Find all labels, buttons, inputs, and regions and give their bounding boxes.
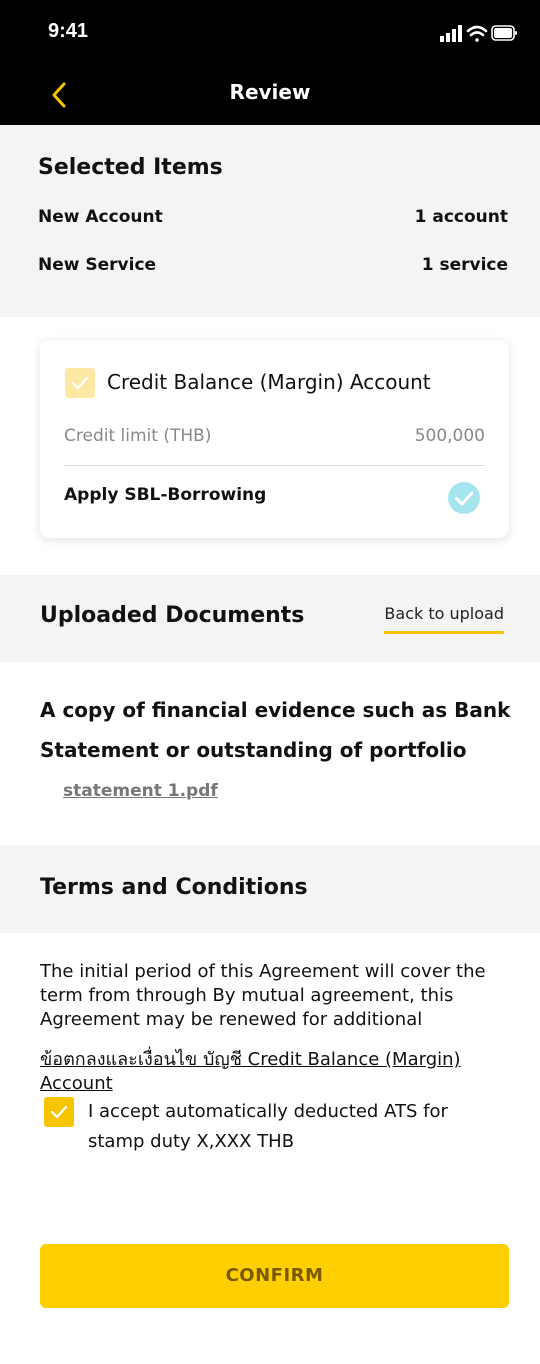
document-description: A copy of financial evidence such as Ban… bbox=[40, 698, 511, 762]
account-title: Credit Balance (Margin) Account bbox=[107, 370, 431, 394]
status-icons bbox=[440, 25, 517, 42]
credit-limit-value: 500,000 bbox=[414, 426, 485, 446]
check-circle-icon bbox=[448, 482, 480, 514]
nav-bar: Review bbox=[0, 66, 540, 125]
selected-items-section: Selected Items New Account 1 account New… bbox=[0, 125, 540, 317]
sbl-borrowing-label: Apply SBL-Borrowing bbox=[64, 485, 267, 505]
signal-icon bbox=[440, 25, 462, 42]
accept-label: I accept automatically deducted ATS for … bbox=[88, 1101, 448, 1152]
back-to-upload-link[interactable]: Back to upload bbox=[384, 604, 504, 634]
new-account-label: New Account bbox=[38, 207, 163, 227]
confirm-button[interactable]: CONFIRM bbox=[40, 1244, 509, 1308]
accept-checkbox[interactable] bbox=[44, 1097, 74, 1127]
terms-title: Terms and Conditions bbox=[40, 875, 308, 900]
uploaded-documents-header: Uploaded Documents Back to upload bbox=[0, 575, 540, 662]
account-checkbox bbox=[65, 368, 95, 398]
card-divider bbox=[64, 465, 485, 466]
account-card: Credit Balance (Margin) Account Credit l… bbox=[40, 340, 509, 538]
status-bar: 9:41 bbox=[0, 0, 540, 66]
selected-items-title: Selected Items bbox=[38, 155, 223, 180]
terms-header: Terms and Conditions bbox=[0, 845, 540, 933]
document-file-link[interactable]: statement 1.pdf bbox=[63, 781, 218, 801]
wifi-icon bbox=[466, 25, 488, 42]
page-title: Review bbox=[229, 80, 311, 104]
new-service-label: New Service bbox=[38, 255, 157, 275]
terms-link[interactable]: ข้อตกลงและเงื่อนไข บัญชี Credit Balance … bbox=[40, 1048, 514, 1096]
credit-limit-label: Credit limit (THB) bbox=[64, 426, 212, 446]
uploaded-documents-title: Uploaded Documents bbox=[40, 603, 305, 628]
terms-body: The initial period of this Agreement wil… bbox=[40, 961, 486, 1030]
new-service-value: 1 service bbox=[421, 255, 508, 275]
battery-icon bbox=[491, 25, 517, 41]
new-account-value: 1 account bbox=[414, 207, 508, 227]
status-time: 9:41 bbox=[48, 20, 89, 42]
